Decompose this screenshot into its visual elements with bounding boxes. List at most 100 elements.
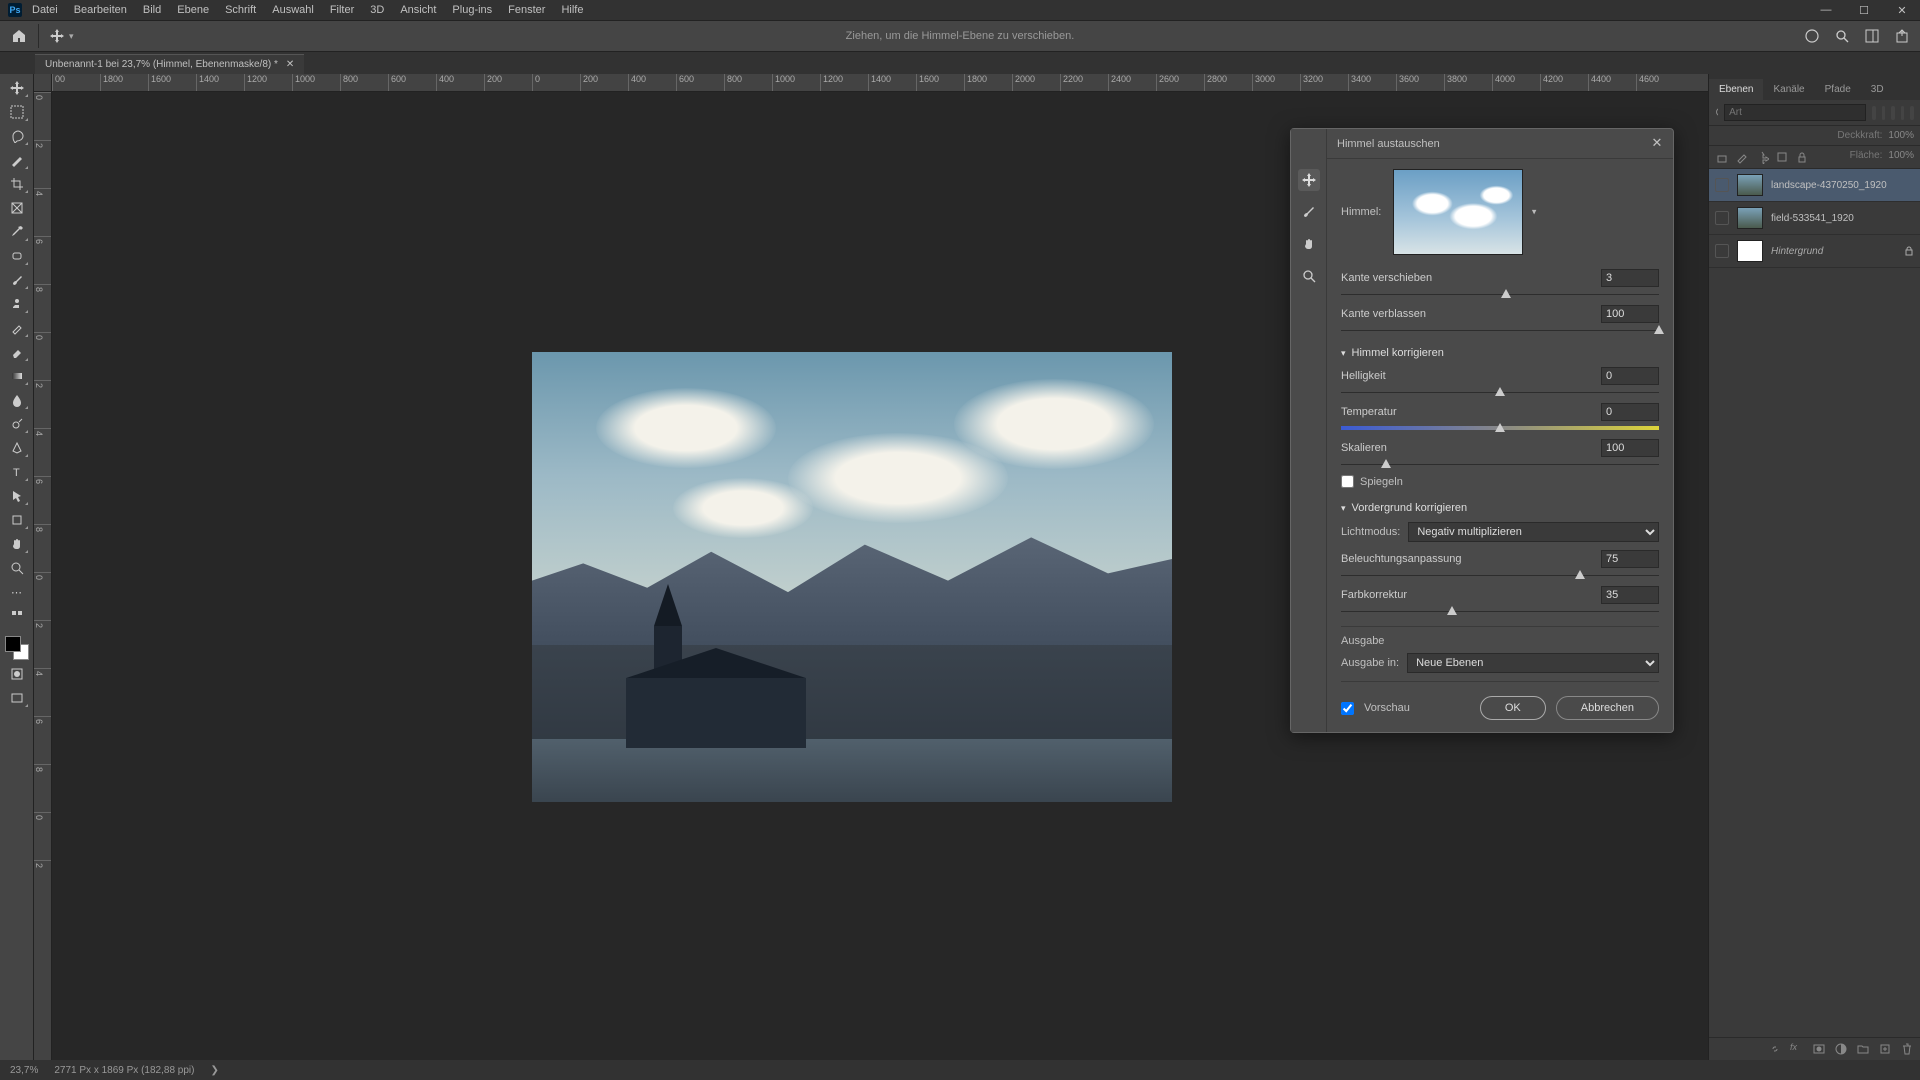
frame-tool[interactable] [5,198,29,218]
fill-value[interactable]: 100% [1888,150,1914,164]
shift-edge-slider[interactable] [1341,289,1659,297]
fade-edge-input[interactable] [1601,305,1659,323]
document-tab[interactable]: Unbenannt-1 bei 23,7% (Himmel, Ebenenmas… [35,54,304,74]
menu-filter[interactable]: Filter [330,4,354,16]
dialog-hand-tool[interactable] [1298,233,1320,255]
color-adjust-input[interactable] [1601,586,1659,604]
share-icon[interactable] [1894,28,1910,44]
screenmode-tool[interactable] [5,688,29,708]
blur-tool[interactable] [5,390,29,410]
eraser-tool[interactable] [5,342,29,362]
dropdown-caret-icon[interactable]: ▾ [69,31,74,42]
menu-hilfe[interactable]: Hilfe [561,4,583,16]
dialog-zoom-tool[interactable] [1298,265,1320,287]
delete-icon[interactable] [1900,1042,1914,1056]
sky-preset-thumbnail[interactable]: ▾ [1393,169,1523,255]
temperature-input[interactable] [1601,403,1659,421]
layer-item[interactable]: landscape-4370250_1920 [1709,169,1920,202]
sky-dropdown-caret-icon[interactable]: ▾ [1532,207,1537,218]
tab-kanaele[interactable]: Kanäle [1763,79,1814,100]
type-tool[interactable]: T [5,462,29,482]
temperature-slider[interactable] [1341,423,1659,431]
brush-tool[interactable] [5,270,29,290]
layer-name[interactable]: Hintergrund [1771,246,1823,257]
eyedropper-tool[interactable] [5,222,29,242]
lock-icon[interactable] [1795,150,1809,164]
lighting-adjust-slider[interactable] [1341,570,1659,578]
scale-input[interactable] [1601,439,1659,457]
link-layers-icon[interactable] [1768,1042,1782,1056]
filter-adjust-icon[interactable] [1882,106,1886,120]
lighting-mode-select[interactable]: Negativ multiplizieren [1408,522,1659,542]
filter-smart-icon[interactable] [1910,106,1914,120]
dialog-close-icon[interactable]: ✕ [1649,135,1665,151]
path-select-tool[interactable] [5,486,29,506]
visibility-toggle[interactable] [1715,211,1729,225]
crop-tool[interactable] [5,174,29,194]
foreground-adjustments-header[interactable]: ▾Vordergrund korrigieren [1341,502,1659,514]
edit-toolbar[interactable] [5,606,29,626]
menu-plugins[interactable]: Plug-ins [452,4,492,16]
workspace-icon[interactable] [1864,28,1880,44]
visibility-toggle[interactable] [1715,244,1729,258]
lock-pos-icon[interactable] [1755,150,1769,164]
scale-slider[interactable] [1341,459,1659,467]
dialog-title-bar[interactable]: Himmel austauschen ✕ [1327,129,1673,159]
dodge-tool[interactable] [5,414,29,434]
menu-schrift[interactable]: Schrift [225,4,256,16]
tab-ebenen[interactable]: Ebenen [1709,79,1763,100]
brightness-slider[interactable] [1341,387,1659,395]
wand-tool[interactable] [5,150,29,170]
menu-bild[interactable]: Bild [143,4,161,16]
mask-icon[interactable] [1812,1042,1826,1056]
gradient-tool[interactable] [5,366,29,386]
stamp-tool[interactable] [5,294,29,314]
shift-edge-input[interactable] [1601,269,1659,287]
fx-icon[interactable]: fx [1790,1042,1804,1056]
layer-item[interactable]: field-533541_1920 [1709,202,1920,235]
group-icon[interactable] [1856,1042,1870,1056]
home-icon[interactable] [10,27,28,45]
more-tools[interactable]: ⋯ [5,582,29,602]
ruler-horizontal[interactable]: 0018001600140012001000800600400200020040… [52,74,1708,92]
menu-ansicht[interactable]: Ansicht [400,4,436,16]
lock-all-icon[interactable] [1715,150,1729,164]
opacity-value[interactable]: 100% [1888,130,1914,141]
flip-checkbox[interactable] [1341,475,1354,488]
layer-filter-input[interactable] [1724,104,1866,121]
minimize-button[interactable]: — [1812,4,1840,16]
zoom-level[interactable]: 23,7% [10,1065,38,1076]
output-to-select[interactable]: Neue Ebenen [1407,653,1659,673]
ruler-vertical[interactable]: 02468024680246802 [34,92,52,1060]
ok-button[interactable]: OK [1480,696,1546,720]
color-adjust-slider[interactable] [1341,606,1659,614]
preview-checkbox[interactable] [1341,702,1354,715]
lighting-adjust-input[interactable] [1601,550,1659,568]
move-tool-icon[interactable] [49,28,65,44]
lock-pixel-icon[interactable] [1735,150,1749,164]
visibility-toggle[interactable] [1715,178,1729,192]
move-tool[interactable] [5,78,29,98]
history-brush-tool[interactable] [5,318,29,338]
adjustment-icon[interactable] [1834,1042,1848,1056]
marquee-tool[interactable] [5,102,29,122]
menu-auswahl[interactable]: Auswahl [272,4,314,16]
layer-item[interactable]: Hintergrund [1709,235,1920,268]
color-swatches[interactable] [5,636,29,660]
fade-edge-slider[interactable] [1341,325,1659,333]
filter-type-icon[interactable] [1891,106,1895,120]
shape-tool[interactable] [5,510,29,530]
menu-datei[interactable]: Datei [32,4,58,16]
menu-fenster[interactable]: Fenster [508,4,545,16]
heal-tool[interactable] [5,246,29,266]
maximize-button[interactable]: ☐ [1850,4,1878,17]
menu-ebene[interactable]: Ebene [177,4,209,16]
dialog-brush-tool[interactable] [1298,201,1320,223]
cancel-button[interactable]: Abbrechen [1556,696,1659,720]
search-icon[interactable] [1834,28,1850,44]
filter-pixel-icon[interactable] [1872,106,1876,120]
tab-pfade[interactable]: Pfade [1815,79,1861,100]
lock-artboard-icon[interactable] [1775,150,1789,164]
close-button[interactable]: ✕ [1888,4,1916,17]
pen-tool[interactable] [5,438,29,458]
